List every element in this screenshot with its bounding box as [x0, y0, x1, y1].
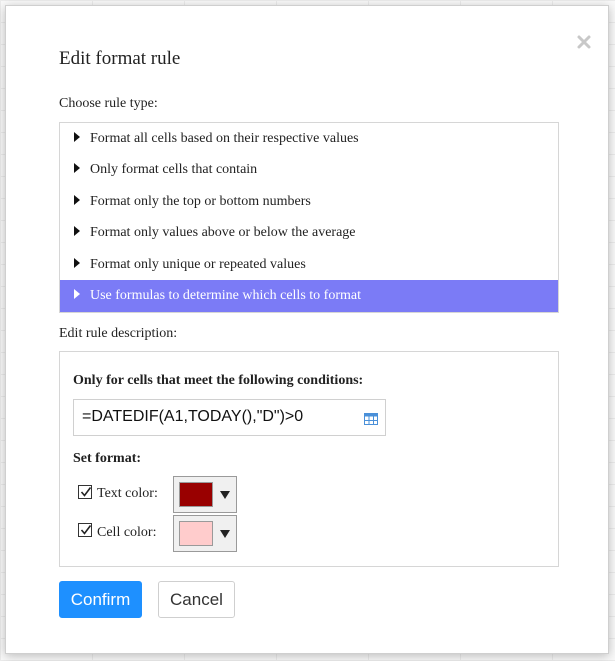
dropdown-caret-icon	[220, 530, 230, 538]
rule-type-item[interactable]: Format all cells based on their respecti…	[60, 123, 558, 154]
confirm-button[interactable]: Confirm	[59, 581, 142, 618]
edit-format-rule-dialog: Edit format rule Choose rule type: Forma…	[5, 5, 609, 654]
rule-description-panel: Only for cells that meet the following c…	[59, 351, 559, 567]
checkmark-icon	[80, 525, 92, 535]
checkmark-icon	[80, 487, 92, 497]
text-color-swatch	[179, 482, 213, 507]
cell-color-picker[interactable]	[173, 515, 237, 552]
dropdown-caret-icon	[220, 491, 230, 499]
expand-arrow-icon	[74, 132, 80, 142]
rule-type-item[interactable]: Format only values above or below the av…	[60, 217, 558, 248]
cancel-button[interactable]: Cancel	[158, 581, 235, 618]
set-format-label: Set format:	[73, 451, 142, 466]
close-button[interactable]	[576, 34, 592, 50]
rule-type-item-label: Format only the top or bottom numbers	[90, 194, 311, 209]
expand-arrow-icon	[74, 163, 80, 173]
expand-arrow-icon	[74, 258, 80, 268]
rule-type-label: Choose rule type:	[59, 96, 158, 111]
text-color-picker[interactable]	[173, 476, 237, 513]
rule-type-list: Format all cells based on their respecti…	[59, 122, 559, 313]
rule-type-item-label: Use formulas to determine which cells to…	[90, 288, 361, 303]
rule-description-label: Edit rule description:	[59, 326, 178, 341]
cell-color-label: Cell color:	[97, 525, 157, 540]
dialog-title: Edit format rule	[59, 48, 181, 69]
condition-label: Only for cells that meet the following c…	[73, 373, 364, 388]
rule-type-item-selected[interactable]: Use formulas to determine which cells to…	[60, 280, 558, 312]
expand-arrow-icon	[74, 289, 80, 299]
formula-value: =DATEDIF(A1,TODAY(),"D")>0	[82, 408, 304, 425]
text-color-checkbox[interactable]	[78, 485, 92, 499]
rule-type-item[interactable]: Only format cells that contain	[60, 154, 558, 185]
cell-color-checkbox[interactable]	[78, 523, 92, 537]
cell-color-swatch	[179, 521, 213, 546]
close-icon	[577, 35, 591, 49]
rule-type-item-label: Format only unique or repeated values	[90, 257, 306, 272]
rule-type-item[interactable]: Format only the top or bottom numbers	[60, 186, 558, 217]
text-color-label: Text color:	[97, 486, 158, 501]
table-grid-icon[interactable]	[364, 412, 378, 425]
rule-type-item[interactable]: Format only unique or repeated values	[60, 249, 558, 280]
expand-arrow-icon	[74, 195, 80, 205]
rule-type-item-label: Only format cells that contain	[90, 162, 258, 177]
rule-type-item-label: Format only values above or below the av…	[90, 225, 356, 240]
formula-input[interactable]: =DATEDIF(A1,TODAY(),"D")>0	[73, 399, 386, 436]
expand-arrow-icon	[74, 226, 80, 236]
rule-type-item-label: Format all cells based on their respecti…	[90, 131, 359, 146]
